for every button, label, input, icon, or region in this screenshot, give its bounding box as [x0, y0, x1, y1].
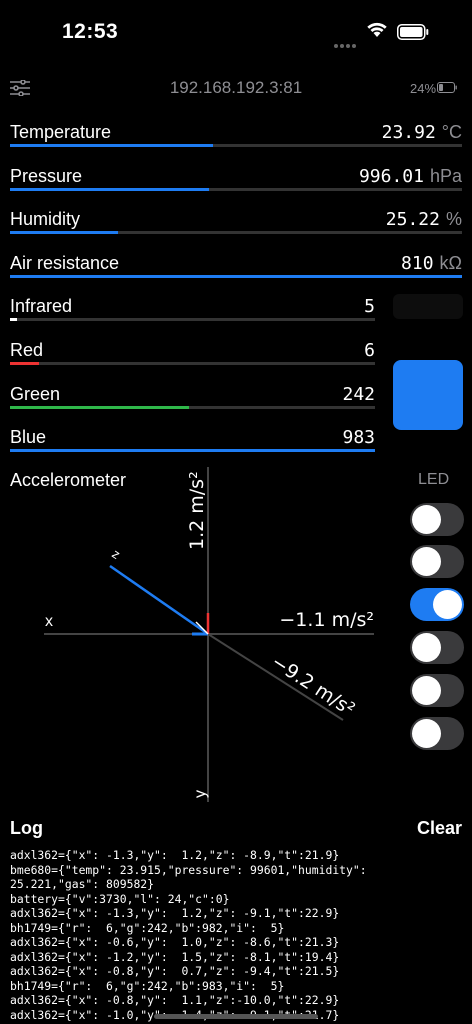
sensor-value: 242	[342, 384, 375, 405]
sensor-value: 5	[364, 296, 375, 317]
log-line: adxl362={"x": -0.8,"y": 1.1,"z":-10.0,"t…	[10, 993, 340, 1007]
sensor-unit: hPa	[429, 166, 462, 186]
device-battery-percent: 24%	[410, 81, 437, 96]
clear-log-button[interactable]: Clear	[417, 818, 462, 839]
led-toggle-3[interactable]	[410, 588, 464, 621]
sensor-value-group: 6	[364, 340, 375, 361]
toggle-knob	[412, 547, 441, 576]
sensor-label: Temperature	[10, 122, 112, 142]
sensor-unit: °C	[441, 122, 462, 142]
y-value-label: 1.2 m/s²	[186, 471, 208, 550]
sensor-value-group: 25.22%	[386, 209, 462, 230]
home-indicator[interactable]	[154, 1014, 318, 1019]
log-line: bh1749={"r": 6,"g":242,"b":983,"i": 5}	[10, 978, 285, 993]
sensor-level-fill	[10, 449, 375, 452]
led-toggle-1[interactable]	[410, 503, 464, 536]
log-line: battery={"v":3730,"l": 24,"c":0}	[10, 891, 230, 906]
z-value-label: −9.2 m/s²	[267, 651, 358, 721]
toggle-knob	[412, 505, 441, 534]
sensor-label: Air resistance	[10, 253, 120, 273]
log-line: adxl362={"x": -1.2,"y": 1.5,"z": -8.1,"t…	[10, 949, 340, 964]
sensor-level-bar	[10, 406, 375, 409]
log-output: adxl362={"x": -1.3,"y": 1.2,"z": -8.9,"t…	[10, 848, 472, 1022]
log-line: adxl362={"x": -0.6,"y": 1.0,"z": -8.6,"t…	[10, 935, 340, 949]
sensor-label: Humidity	[10, 209, 81, 229]
z-axis-line	[207, 633, 344, 721]
log-line: adxl362={"x": -1.3,"y": 1.2,"z": -8.9,"t…	[10, 848, 340, 862]
sensor-value: 6	[364, 340, 375, 361]
sensor-level-fill	[10, 406, 189, 409]
log-line: 25.221,"gas": 809582}	[10, 877, 155, 891]
log-line: bh1749={"r": 6,"g":242,"b":982,"i": 5}	[10, 920, 285, 935]
sensor-value: 996.01	[358, 166, 424, 187]
toggle-knob	[433, 590, 462, 619]
sensor-label: Infrared	[10, 296, 73, 316]
x-value-label: −1.1 m/s²	[279, 609, 374, 631]
led-toggle-2[interactable]	[410, 545, 464, 578]
status-time: 12:53	[62, 20, 119, 43]
sensor-level-fill	[10, 231, 118, 234]
sensor-level-bar	[10, 362, 375, 365]
x-axis-label: x	[45, 613, 53, 630]
device-address: 192.168.192.3:81	[169, 78, 303, 97]
led-toggle-4[interactable]	[410, 631, 464, 664]
log-line: bme680={"temp": 23.915,"pressure": 99601…	[10, 862, 367, 877]
led-toggle-6[interactable]	[410, 717, 464, 750]
sensor-level-bar	[10, 188, 462, 191]
log-line: adxl362={"x": -1.3,"y": 1.2,"z": -9.1,"t…	[10, 906, 340, 920]
measured-color-swatch	[393, 360, 463, 430]
sensor-level-bar	[10, 318, 375, 321]
sensor-label: Green	[10, 384, 61, 404]
y-axis-label: y	[192, 790, 209, 798]
sensor-value: 810	[401, 253, 434, 274]
sensor-level-fill	[10, 188, 209, 191]
sensor-value-group: 5	[364, 296, 375, 317]
sensor-unit: %	[445, 209, 462, 229]
toggle-knob	[412, 676, 441, 705]
log-title: Log	[10, 818, 43, 838]
sensor-value-group: 983	[342, 427, 375, 448]
toggle-knob	[412, 633, 441, 662]
sensor-unit: kΩ	[439, 253, 462, 273]
sensor-label: Pressure	[10, 166, 83, 186]
sensor-label: Red	[10, 340, 44, 360]
device-battery-icon	[437, 82, 457, 93]
sensor-label: Blue	[10, 427, 47, 447]
sensor-level-bar	[10, 275, 462, 278]
sensor-level-bar	[10, 231, 462, 234]
wifi-icon	[367, 22, 387, 37]
log-line: adxl362={"x": -0.8,"y": 0.7,"z": -9.4,"t…	[10, 964, 340, 978]
sensor-value: 25.22	[385, 209, 440, 230]
sensor-level-fill	[10, 318, 17, 321]
sensor-value-group: 23.92 °C	[382, 122, 462, 143]
led-title: LED	[418, 471, 450, 488]
cellular-signal-icon	[334, 35, 358, 53]
sensor-level-bar	[10, 144, 462, 147]
sensor-level-fill	[10, 144, 213, 147]
led-toggle-5[interactable]	[410, 674, 464, 707]
sensor-value-group: 810 kΩ	[401, 253, 462, 274]
sensor-value: 983	[342, 427, 375, 448]
accel-vector-line	[109, 564, 209, 636]
sensor-value-group: 996.01 hPa	[359, 166, 462, 187]
sensor-value-group: 242	[342, 384, 375, 405]
z-axis-label: z	[109, 546, 123, 562]
battery-icon	[397, 24, 429, 40]
accelerometer-plot: x y z 1.2 m/s² −1.1 m/s² −9.2 m/s²	[44, 467, 374, 802]
sensor-level-bar	[10, 449, 375, 452]
sensor-level-fill	[10, 275, 462, 278]
sensor-level-fill	[10, 362, 39, 365]
toggle-knob	[412, 719, 441, 748]
sensor-value: 23.92	[381, 122, 436, 143]
infrared-swatch	[393, 294, 463, 319]
